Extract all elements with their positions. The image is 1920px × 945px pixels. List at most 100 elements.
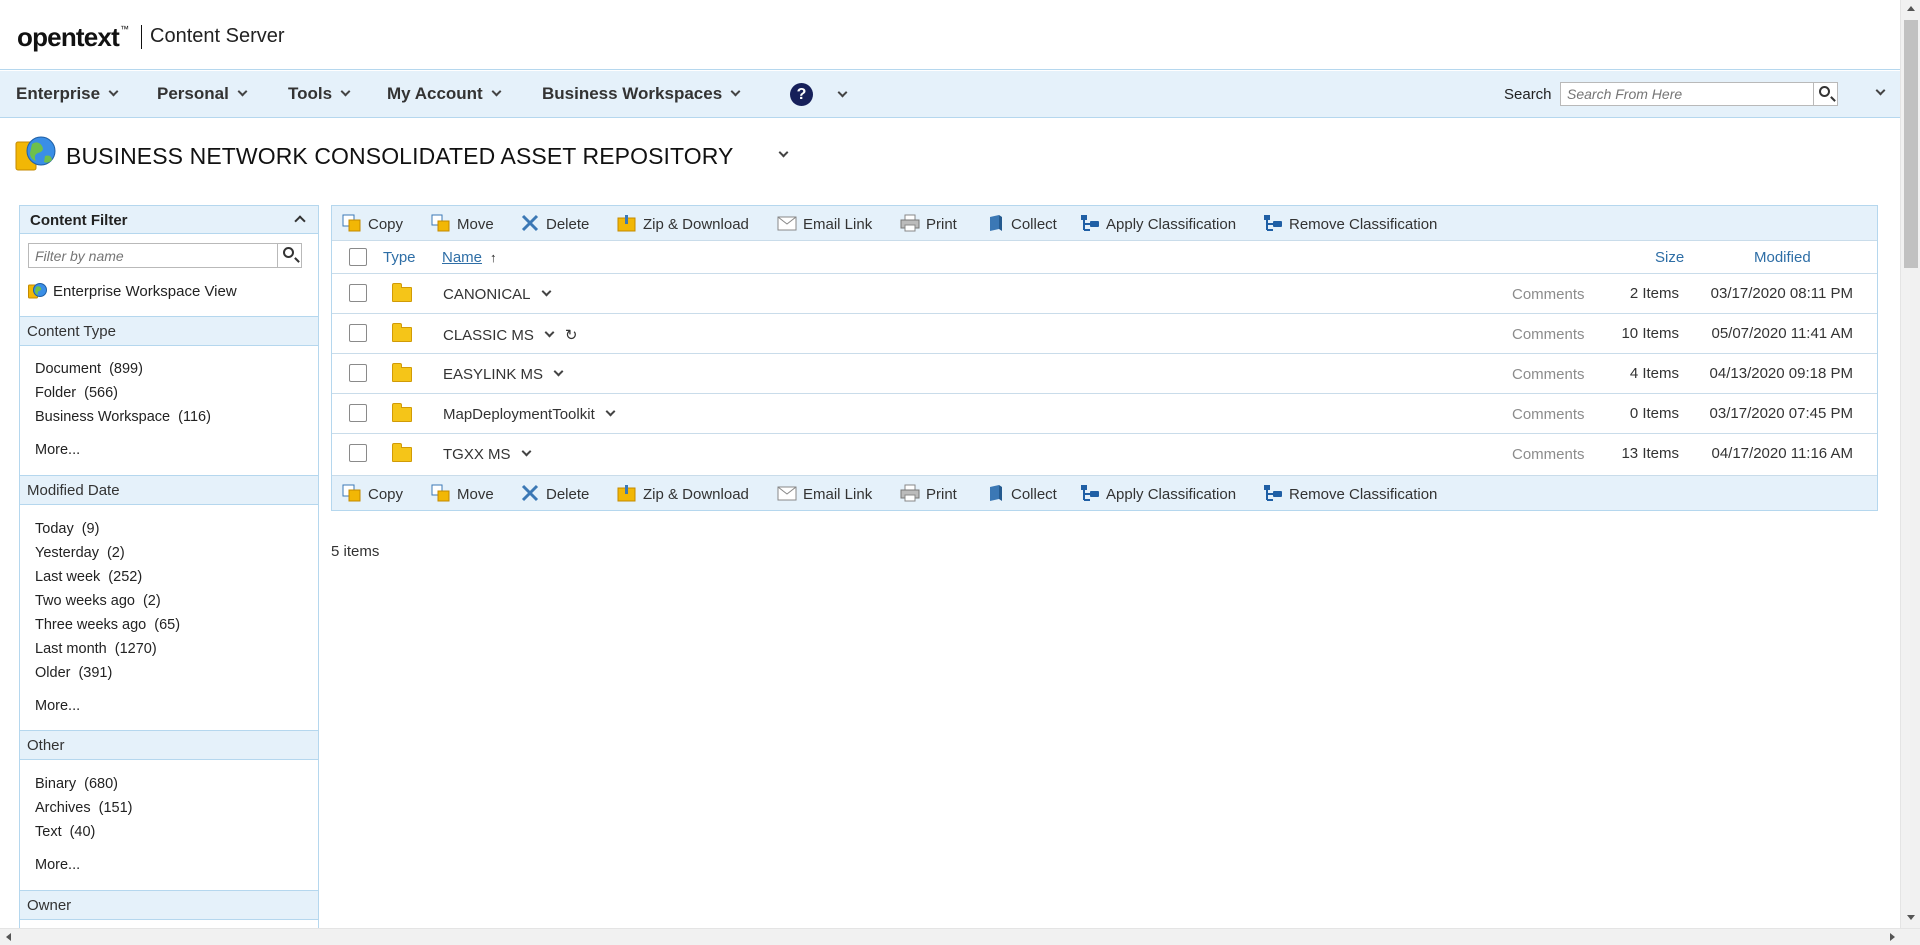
search-field [1560, 82, 1838, 106]
filter-item-yesterday[interactable]: Yesterday (2) [35, 545, 125, 561]
row-checkbox[interactable] [349, 284, 367, 302]
chevron-down-icon[interactable] [605, 406, 616, 417]
delete-button[interactable]: Delete [520, 484, 589, 503]
scroll-down-arrow-icon[interactable] [1907, 915, 1915, 920]
nav-enterprise[interactable]: Enterprise [16, 84, 119, 104]
move-button[interactable]: Move [431, 484, 494, 503]
opentext-logo[interactable]: opentext™ [17, 22, 129, 53]
more-link[interactable]: More... [35, 698, 80, 714]
column-name[interactable]: Name [442, 249, 482, 266]
table-row[interactable]: EASYLINK MS Comments 4 Items 04/13/2020 … [332, 354, 1877, 394]
row-name[interactable]: MapDeploymentToolkit [443, 406, 616, 423]
filter-by-name-input[interactable] [29, 244, 274, 267]
table-row[interactable]: TGXX MS Comments 13 Items 04/17/2020 11:… [332, 434, 1877, 475]
row-name[interactable]: CANONICAL [443, 286, 551, 303]
more-link[interactable]: More... [35, 857, 80, 873]
column-size[interactable]: Size [1655, 249, 1684, 266]
collect-button[interactable]: Collect [985, 214, 1057, 233]
move-button[interactable]: Move [431, 214, 494, 233]
filter-item-three-weeks-ago[interactable]: Three weeks ago (65) [35, 617, 180, 633]
filter-item-document[interactable]: Document (899) [35, 361, 143, 377]
row-checkbox[interactable] [349, 404, 367, 422]
row-name[interactable]: CLASSIC MS ↻ [443, 326, 577, 344]
column-modified[interactable]: Modified [1754, 249, 1811, 266]
business-workspace-icon [15, 136, 56, 171]
enterprise-workspace-view-link[interactable]: Enterprise Workspace View [28, 282, 237, 300]
title-menu-chevron-icon[interactable] [778, 147, 789, 158]
apply-classification-button[interactable]: Apply Classification [1080, 484, 1236, 503]
comments-link[interactable]: Comments [1512, 406, 1585, 423]
comments-link[interactable]: Comments [1512, 446, 1585, 463]
table-row[interactable]: CANONICAL Comments 2 Items 03/17/2020 08… [332, 274, 1877, 314]
filter-item-text[interactable]: Text (40) [35, 824, 95, 840]
vertical-scrollbar[interactable] [1900, 0, 1920, 928]
zip-download-button[interactable]: Zip & Download [617, 484, 749, 503]
section-modified-date[interactable]: Modified Date [20, 475, 318, 505]
row-checkbox[interactable] [349, 364, 367, 382]
chevron-down-icon[interactable] [541, 286, 551, 297]
filter-item-business-workspace[interactable]: Business Workspace (116) [35, 409, 211, 425]
delete-button[interactable]: Delete [520, 214, 589, 233]
table-row[interactable]: MapDeploymentToolkit Comments 0 Items 03… [332, 394, 1877, 434]
filter-item-folder[interactable]: Folder (566) [35, 385, 118, 401]
search-icon [1819, 86, 1830, 97]
horizontal-scrollbar[interactable] [0, 928, 1920, 945]
nav-business-workspaces[interactable]: Business Workspaces [542, 84, 741, 104]
copy-button[interactable]: Copy [342, 484, 403, 503]
help-icon[interactable]: ? [790, 83, 813, 106]
folder-icon [392, 283, 412, 302]
search-button[interactable] [1813, 83, 1837, 105]
section-other[interactable]: Other [20, 730, 318, 760]
chevron-down-icon[interactable] [521, 446, 531, 457]
scrollbar-thumb[interactable] [1904, 20, 1918, 268]
row-checkbox[interactable] [349, 324, 367, 342]
filter-item-binary[interactable]: Binary (680) [35, 776, 118, 792]
scroll-right-arrow-icon[interactable] [1890, 933, 1895, 941]
zip-download-button[interactable]: Zip & Download [617, 214, 749, 233]
apply-classification-button[interactable]: Apply Classification [1080, 214, 1236, 233]
email-link-button[interactable]: Email Link [777, 484, 872, 503]
scroll-up-arrow-icon[interactable] [1907, 6, 1915, 11]
filter-search-button[interactable] [277, 244, 301, 267]
remove-classification-button[interactable]: Remove Classification [1263, 484, 1437, 503]
comments-link[interactable]: Comments [1512, 326, 1585, 343]
table-row[interactable]: CLASSIC MS ↻ Comments 10 Items 05/07/2020… [332, 314, 1877, 354]
filter-field [28, 243, 302, 268]
reload-icon[interactable]: ↻ [565, 327, 578, 344]
nav-my-account[interactable]: My Account [387, 84, 502, 104]
select-all-checkbox[interactable] [349, 248, 367, 266]
section-owner[interactable]: Owner [20, 890, 318, 920]
copy-button[interactable]: Copy [342, 214, 403, 233]
remove-classification-button[interactable]: Remove Classification [1263, 214, 1437, 233]
delete-icon [521, 214, 539, 232]
folder-icon [392, 403, 412, 422]
collapse-chevron-icon[interactable] [294, 215, 306, 227]
print-button[interactable]: Print [900, 484, 957, 503]
email-link-button[interactable]: Email Link [777, 214, 872, 233]
nav-tools[interactable]: Tools [288, 84, 351, 104]
filter-item-last-week[interactable]: Last week (252) [35, 569, 142, 585]
section-content-type[interactable]: Content Type [20, 316, 318, 346]
comments-link[interactable]: Comments [1512, 366, 1585, 383]
filter-item-last-month[interactable]: Last month (1270) [35, 641, 157, 657]
nav-personal[interactable]: Personal [157, 84, 248, 104]
filter-item-today[interactable]: Today (9) [35, 521, 99, 537]
print-button[interactable]: Print [900, 214, 957, 233]
row-checkbox[interactable] [349, 444, 367, 462]
collect-button[interactable]: Collect [985, 484, 1057, 503]
chevron-down-icon[interactable] [544, 327, 555, 338]
row-size: 10 Items [1621, 325, 1679, 342]
row-name[interactable]: TGXX MS [443, 446, 531, 463]
column-type[interactable]: Type [383, 249, 416, 266]
zip-download-icon [617, 485, 636, 502]
filter-item-two-weeks-ago[interactable]: Two weeks ago (2) [35, 593, 161, 609]
scroll-left-arrow-icon[interactable] [6, 933, 11, 941]
filter-item-older[interactable]: Older (391) [35, 665, 112, 681]
filter-item-archives[interactable]: Archives (151) [35, 800, 132, 816]
more-link[interactable]: More... [35, 442, 80, 458]
chevron-down-icon[interactable] [553, 366, 564, 377]
product-name: Content Server [150, 25, 285, 47]
search-input[interactable] [1561, 83, 1811, 105]
row-name[interactable]: EASYLINK MS [443, 366, 564, 383]
comments-link[interactable]: Comments [1512, 286, 1585, 303]
